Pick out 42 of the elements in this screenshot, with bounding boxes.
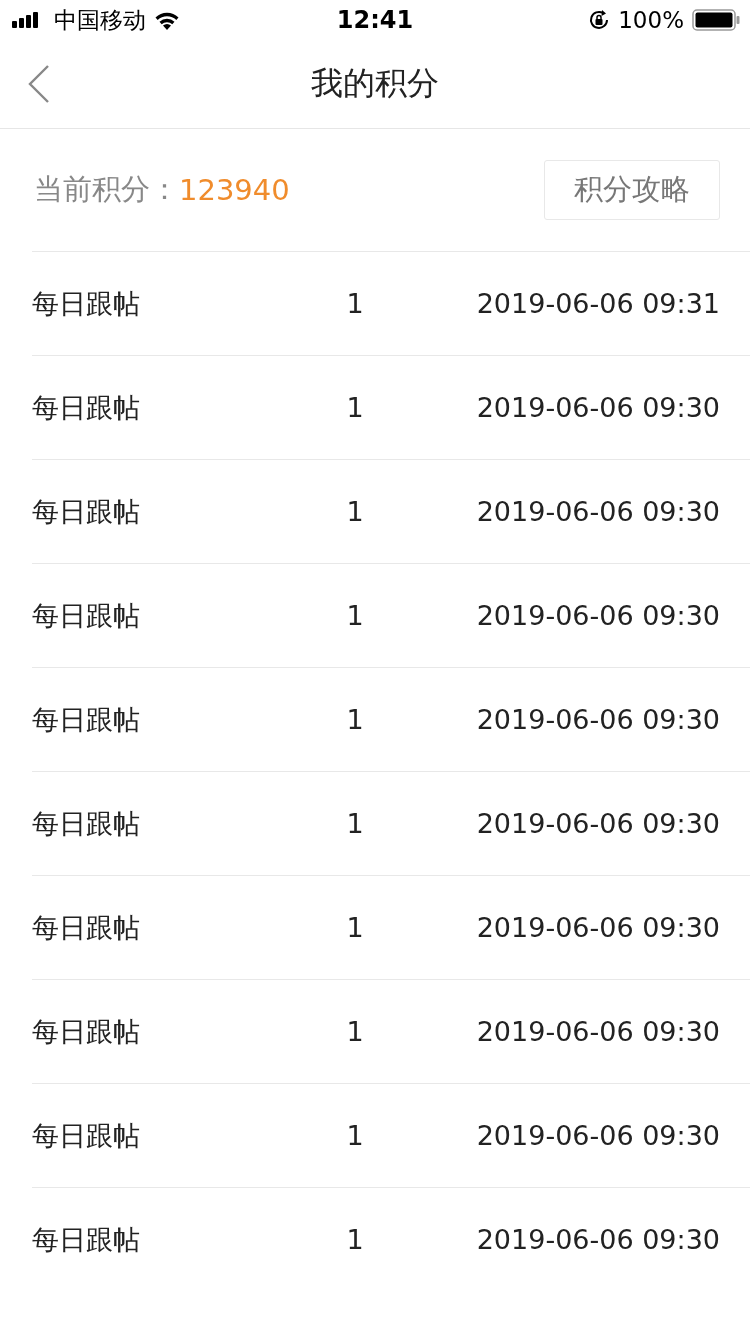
record-time: 2019-06-06 09:30 <box>475 704 720 735</box>
record-time: 2019-06-06 09:30 <box>475 808 720 839</box>
record-points: 1 <box>345 1120 365 1151</box>
record-time: 2019-06-06 09:31 <box>475 288 720 319</box>
record-points: 1 <box>345 1224 365 1255</box>
record-name: 每日跟帖 <box>32 390 141 425</box>
carrier-name: 中国移动 <box>54 5 146 35</box>
record-time: 2019-06-06 09:30 <box>475 600 720 631</box>
record-points: 1 <box>345 288 365 319</box>
back-button[interactable] <box>28 65 50 103</box>
record-name: 每日跟帖 <box>32 598 141 633</box>
record-points: 1 <box>345 496 365 527</box>
page-title: 我的积分 <box>311 63 439 104</box>
wifi-icon <box>154 10 180 30</box>
record-points: 1 <box>345 600 365 631</box>
record-time: 2019-06-06 09:30 <box>475 496 720 527</box>
record-name: 每日跟帖 <box>32 1118 141 1153</box>
points-guide-button[interactable]: 积分攻略 <box>544 160 720 220</box>
record-name: 每日跟帖 <box>32 1222 141 1257</box>
rotation-lock-icon <box>588 9 611 31</box>
record-name: 每日跟帖 <box>32 286 141 321</box>
battery-percent: 100% <box>618 7 684 33</box>
record-time: 2019-06-06 09:30 <box>475 912 720 943</box>
back-icon <box>28 65 50 103</box>
record-points: 1 <box>345 704 365 735</box>
record-name: 每日跟帖 <box>32 806 141 841</box>
points-label: 当前积分： <box>34 171 179 208</box>
status-time: 12:41 <box>335 6 415 34</box>
points-value: 123940 <box>179 173 290 207</box>
record-name: 每日跟帖 <box>32 1014 141 1049</box>
record-time: 2019-06-06 09:30 <box>475 1016 720 1047</box>
record-time: 2019-06-06 09:30 <box>475 392 720 423</box>
record-time: 2019-06-06 09:30 <box>475 1120 720 1151</box>
record-name: 每日跟帖 <box>32 702 141 737</box>
record-points: 1 <box>345 1016 365 1047</box>
record-points: 1 <box>345 392 365 423</box>
record-points: 1 <box>345 912 365 943</box>
record-name: 每日跟帖 <box>32 910 141 945</box>
record-points: 1 <box>345 808 365 839</box>
record-name: 每日跟帖 <box>32 494 141 529</box>
record-time: 2019-06-06 09:30 <box>475 1224 720 1255</box>
battery-icon <box>692 9 740 31</box>
